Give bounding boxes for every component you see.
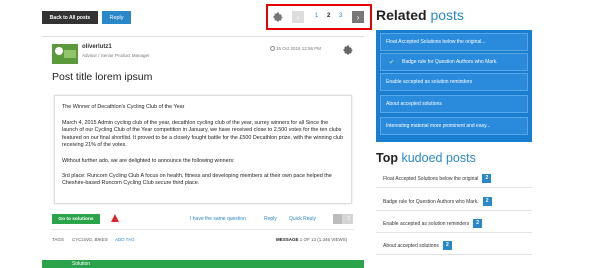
report-warning-icon[interactable]: [111, 214, 119, 222]
post-body-paragraph: Without further ado, we are delighted to…: [62, 158, 235, 164]
gear-icon[interactable]: [272, 11, 284, 23]
reply-link[interactable]: Reply: [264, 216, 277, 222]
top-kudoed-item[interactable]: Enable accepted as solution reminders 2: [376, 215, 532, 233]
related-item[interactable]: Float Accepted Solutions below the origi…: [380, 33, 528, 51]
top-kudoed-label: Enable accepted as solution reminders: [383, 220, 470, 227]
quick-reply-link[interactable]: Quick Reply: [289, 216, 316, 222]
top-heading-rest: kudoed posts: [397, 151, 476, 165]
top-kudoed-heading: Top kudoed posts: [376, 151, 476, 165]
post-title: Post title lorem ipsum: [52, 71, 153, 83]
solution-bar-label: Solution: [72, 261, 91, 267]
pager-next-button[interactable]: ›: [352, 11, 364, 23]
message-label: MESSAGE: [276, 237, 299, 242]
go-to-solutions-button[interactable]: Go to solutions: [52, 214, 100, 224]
divider: [52, 229, 354, 230]
related-item-label: Badge rule for Question Authors who Mark…: [402, 59, 498, 65]
top-kudoed-item[interactable]: Badge rule for Question Authors who Mark…: [376, 193, 532, 211]
top-kudoed-label: Badge rule for Question Authors who Mark…: [383, 198, 479, 205]
message-count: MESSAGE 1 OF 13 (1,346 VIEWS): [276, 237, 347, 242]
top-kudoed-item[interactable]: Float Accepted Solutions below the origi…: [376, 170, 532, 188]
tags-label: TAGS: [52, 237, 64, 242]
pager-page-2[interactable]: 2: [327, 13, 330, 19]
clock-icon: [270, 46, 275, 51]
tags-list[interactable]: CYCLING, BIKES: [72, 237, 108, 242]
related-item[interactable]: Interesting material more prominent and …: [380, 117, 528, 135]
related-item[interactable]: Enable accepted as solution reminders: [380, 73, 528, 91]
pager-page-3[interactable]: 3: [339, 13, 342, 19]
post-options-gear-icon[interactable]: [342, 44, 354, 56]
same-question-link[interactable]: I have the same question: [190, 216, 246, 222]
pager-page-1[interactable]: 1: [315, 13, 318, 19]
related-heading-bold: Related: [376, 7, 427, 23]
author-role: Advisor / Senior Product Manager: [82, 53, 150, 58]
top-kudoed-item[interactable]: About accepted solutions 2: [376, 237, 532, 255]
reply-button[interactable]: Reply: [102, 11, 131, 24]
add-tag-link[interactable]: ADD TAG: [115, 237, 135, 242]
pager-prev-button[interactable]: ‹: [292, 11, 304, 23]
author-name[interactable]: oliverlutz1: [82, 44, 112, 50]
related-posts-heading: Related posts: [376, 7, 464, 23]
top-heading-bold: Top: [376, 151, 398, 165]
post-date: 15 Oct 2015 12:56 PM: [276, 46, 322, 51]
kudos-count-badge: 2: [482, 174, 492, 183]
top-kudoed-label: About accepted solutions: [383, 242, 439, 249]
back-to-all-posts-button[interactable]: Back to All posts: [42, 11, 98, 24]
related-item[interactable]: ✔ Badge rule for Question Authors who Mar…: [380, 53, 528, 71]
kudos-count-badge: 2: [473, 219, 483, 228]
post-body-paragraph: 3rd place: Runcorn Cycling Club A focus …: [62, 173, 332, 187]
solution-bar: Solution: [42, 260, 364, 268]
top-kudoed-label: Float Accepted Solutions below the origi…: [383, 175, 479, 182]
message-info: 1 OF 13 (1,346 VIEWS): [299, 237, 348, 242]
avatar[interactable]: [52, 44, 78, 64]
post-body-heading: The Winner of Decathlon's Cycling Club o…: [62, 104, 185, 110]
kudos-count-badge: 2: [442, 241, 452, 250]
post-body-paragraph: March 4, 2015 Admin cycling club of the …: [62, 120, 344, 148]
kudos-count-badge: 2: [482, 197, 492, 206]
related-heading-rest: posts: [426, 7, 464, 23]
post-body: [54, 95, 352, 204]
related-item[interactable]: About accepted solutions: [380, 95, 528, 113]
thumbs-up-icon[interactable]: [333, 214, 342, 224]
check-icon: ✔: [389, 59, 395, 66]
